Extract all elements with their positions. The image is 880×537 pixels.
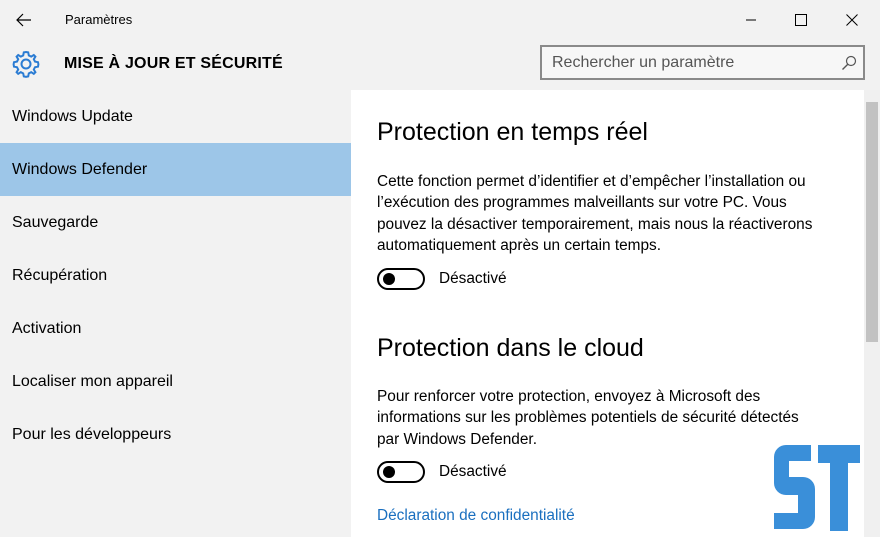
realtime-protection-toggle[interactable]	[377, 268, 425, 290]
realtime-protection-description: Cette fonction permet d’identifier et d’…	[377, 171, 852, 256]
close-button[interactable]	[838, 6, 866, 34]
description-line: informations sur les problèmes potentiel…	[377, 409, 799, 427]
description-line: l’exécution des programmes malveillants …	[377, 194, 787, 212]
description-line: automatiquement après un certain temps.	[377, 236, 662, 254]
maximize-icon	[795, 14, 807, 26]
arrow-left-icon	[16, 13, 31, 27]
sidebar-item-windows-update[interactable]: Windows Update	[0, 90, 351, 143]
minimize-icon	[746, 19, 756, 21]
section-title: MISE À JOUR ET SÉCURITÉ	[64, 55, 283, 72]
sidebar-item-sauvegarde[interactable]: Sauvegarde	[0, 196, 351, 249]
scrollbar[interactable]	[864, 90, 880, 537]
search-icon[interactable]	[841, 55, 857, 71]
cloud-toggle-label: Désactivé	[439, 463, 507, 480]
cloud-protection-toggle[interactable]	[377, 461, 425, 483]
description-line: Cette fonction permet d’identifier et d’…	[377, 173, 806, 190]
sidebar-item-localiser[interactable]: Localiser mon appareil	[0, 355, 351, 408]
toggle-knob	[383, 273, 395, 285]
gear-icon	[12, 50, 40, 78]
search-input[interactable]	[552, 47, 832, 78]
minimize-button[interactable]	[737, 6, 765, 34]
maximize-button[interactable]	[787, 6, 815, 34]
search-box[interactable]	[540, 45, 865, 80]
privacy-statement-link[interactable]: Déclaration de confidentialité	[377, 507, 575, 525]
st-watermark-logo	[774, 445, 860, 531]
scrollbar-thumb[interactable]	[866, 102, 878, 342]
cloud-protection-description: Pour renforcer votre protection, envoyez…	[377, 386, 852, 450]
realtime-protection-title: Protection en temps réel	[377, 118, 648, 146]
realtime-toggle-label: Désactivé	[439, 270, 507, 287]
sidebar-item-windows-defender[interactable]: Windows Defender	[0, 143, 351, 196]
description-line: pouvez la désactiver temporairement, mai…	[377, 215, 813, 233]
close-icon	[846, 14, 858, 26]
sidebar-item-developpeurs[interactable]: Pour les développeurs	[0, 408, 351, 461]
title-bar: Paramètres	[0, 0, 880, 40]
window-title: Paramètres	[65, 12, 133, 27]
settings-header: MISE À JOUR ET SÉCURITÉ	[0, 40, 880, 90]
sidebar-item-recuperation[interactable]: Récupération	[0, 249, 351, 302]
back-button[interactable]	[10, 6, 38, 34]
toggle-knob	[383, 466, 395, 478]
sidebar-item-activation[interactable]: Activation	[0, 302, 351, 355]
cloud-protection-title: Protection dans le cloud	[377, 334, 644, 362]
sidebar: Windows Update Windows Defender Sauvegar…	[0, 90, 351, 537]
description-line: Pour renforcer votre protection, envoyez…	[377, 388, 761, 405]
